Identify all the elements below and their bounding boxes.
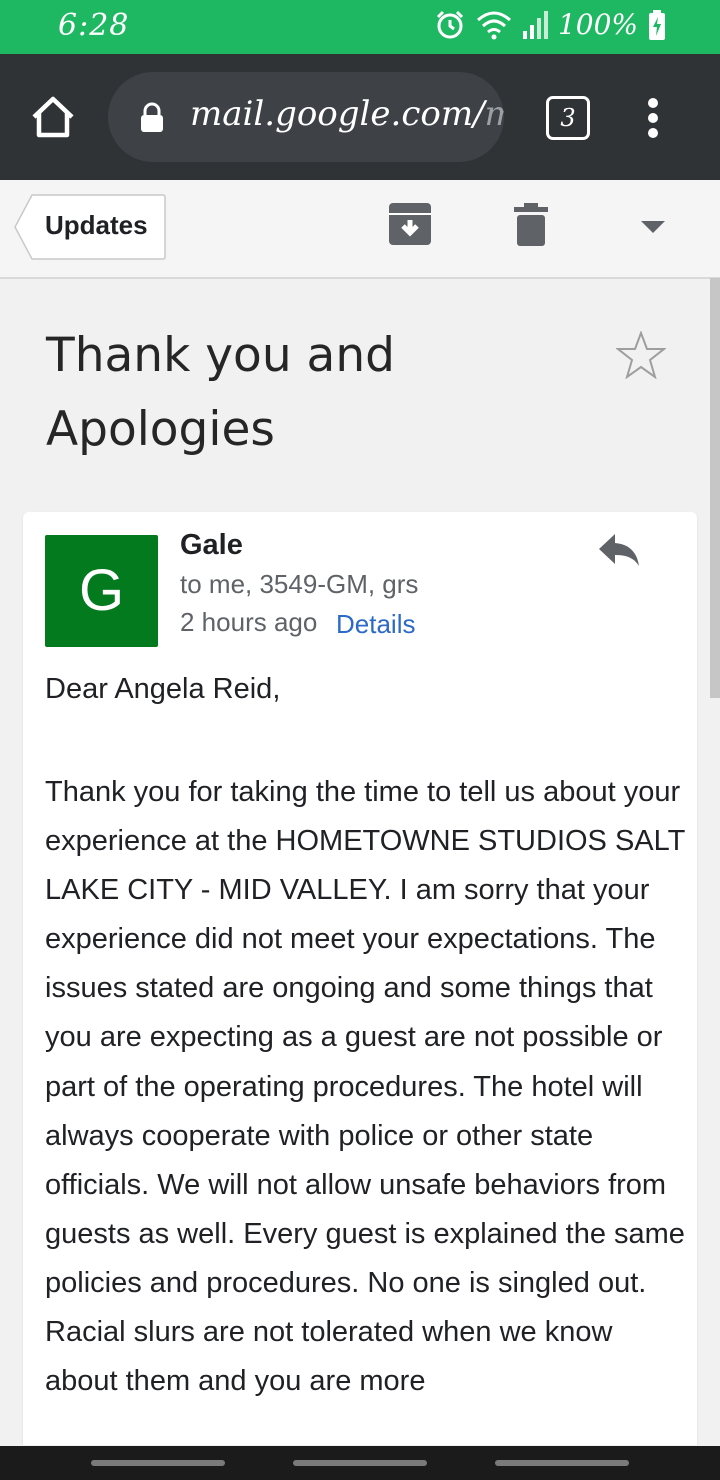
nav-back[interactable] [495, 1460, 629, 1466]
details-link[interactable]: Details [336, 609, 415, 640]
battery-charging-icon [648, 9, 666, 40]
nav-recents[interactable] [91, 1460, 225, 1466]
trash-icon[interactable] [514, 202, 548, 251]
email-subject: Thank you and Apologies [46, 328, 395, 457]
email-greeting: Dear Angela Reid, [45, 673, 281, 705]
star-icon[interactable] [615, 330, 667, 384]
sender-name: Gale [180, 529, 243, 561]
avatar: G [45, 535, 158, 647]
tab-count: 3 [560, 104, 576, 132]
overflow-menu-icon[interactable] [646, 98, 660, 138]
message-view: Thank you and Apologies G Gale to me, 35… [0, 279, 720, 1445]
nav-home[interactable] [293, 1460, 427, 1466]
back-label: Updates [45, 210, 148, 240]
recipients: to me, 3549-GM, grs [180, 569, 419, 599]
archive-icon[interactable] [388, 202, 432, 251]
signal-icon [522, 10, 548, 39]
email-body: Thank you for taking the time to tell us… [45, 776, 685, 1398]
message-card: G Gale to me, 3549-GM, grs 2 hours ago D… [23, 512, 697, 1445]
alarm-icon [434, 9, 466, 41]
tabs-icon[interactable]: 3 [546, 96, 590, 140]
browser-toolbar: mail.google.com/m 3 [0, 54, 720, 180]
back-to-updates-button[interactable]: Updates [14, 194, 166, 260]
status-icons: 100% [434, 8, 666, 41]
url-main: mail.google.com/ [190, 94, 485, 134]
home-icon[interactable] [30, 96, 76, 138]
address-bar[interactable]: mail.google.com/m [108, 72, 504, 162]
url-text: mail.google.com/m [190, 94, 504, 134]
system-nav-bar [0, 1446, 720, 1480]
url-faded: m [485, 94, 504, 134]
timestamp: 2 hours ago [180, 607, 318, 637]
wifi-icon [476, 10, 512, 40]
dropdown-icon[interactable] [640, 220, 666, 239]
battery-percent: 100% [557, 8, 638, 41]
message-toolbar: Updates [0, 180, 720, 279]
reply-icon[interactable] [597, 532, 641, 573]
lock-icon [140, 102, 164, 132]
status-bar: 6:28 100% [0, 0, 720, 54]
status-time: 6:28 [58, 8, 130, 43]
